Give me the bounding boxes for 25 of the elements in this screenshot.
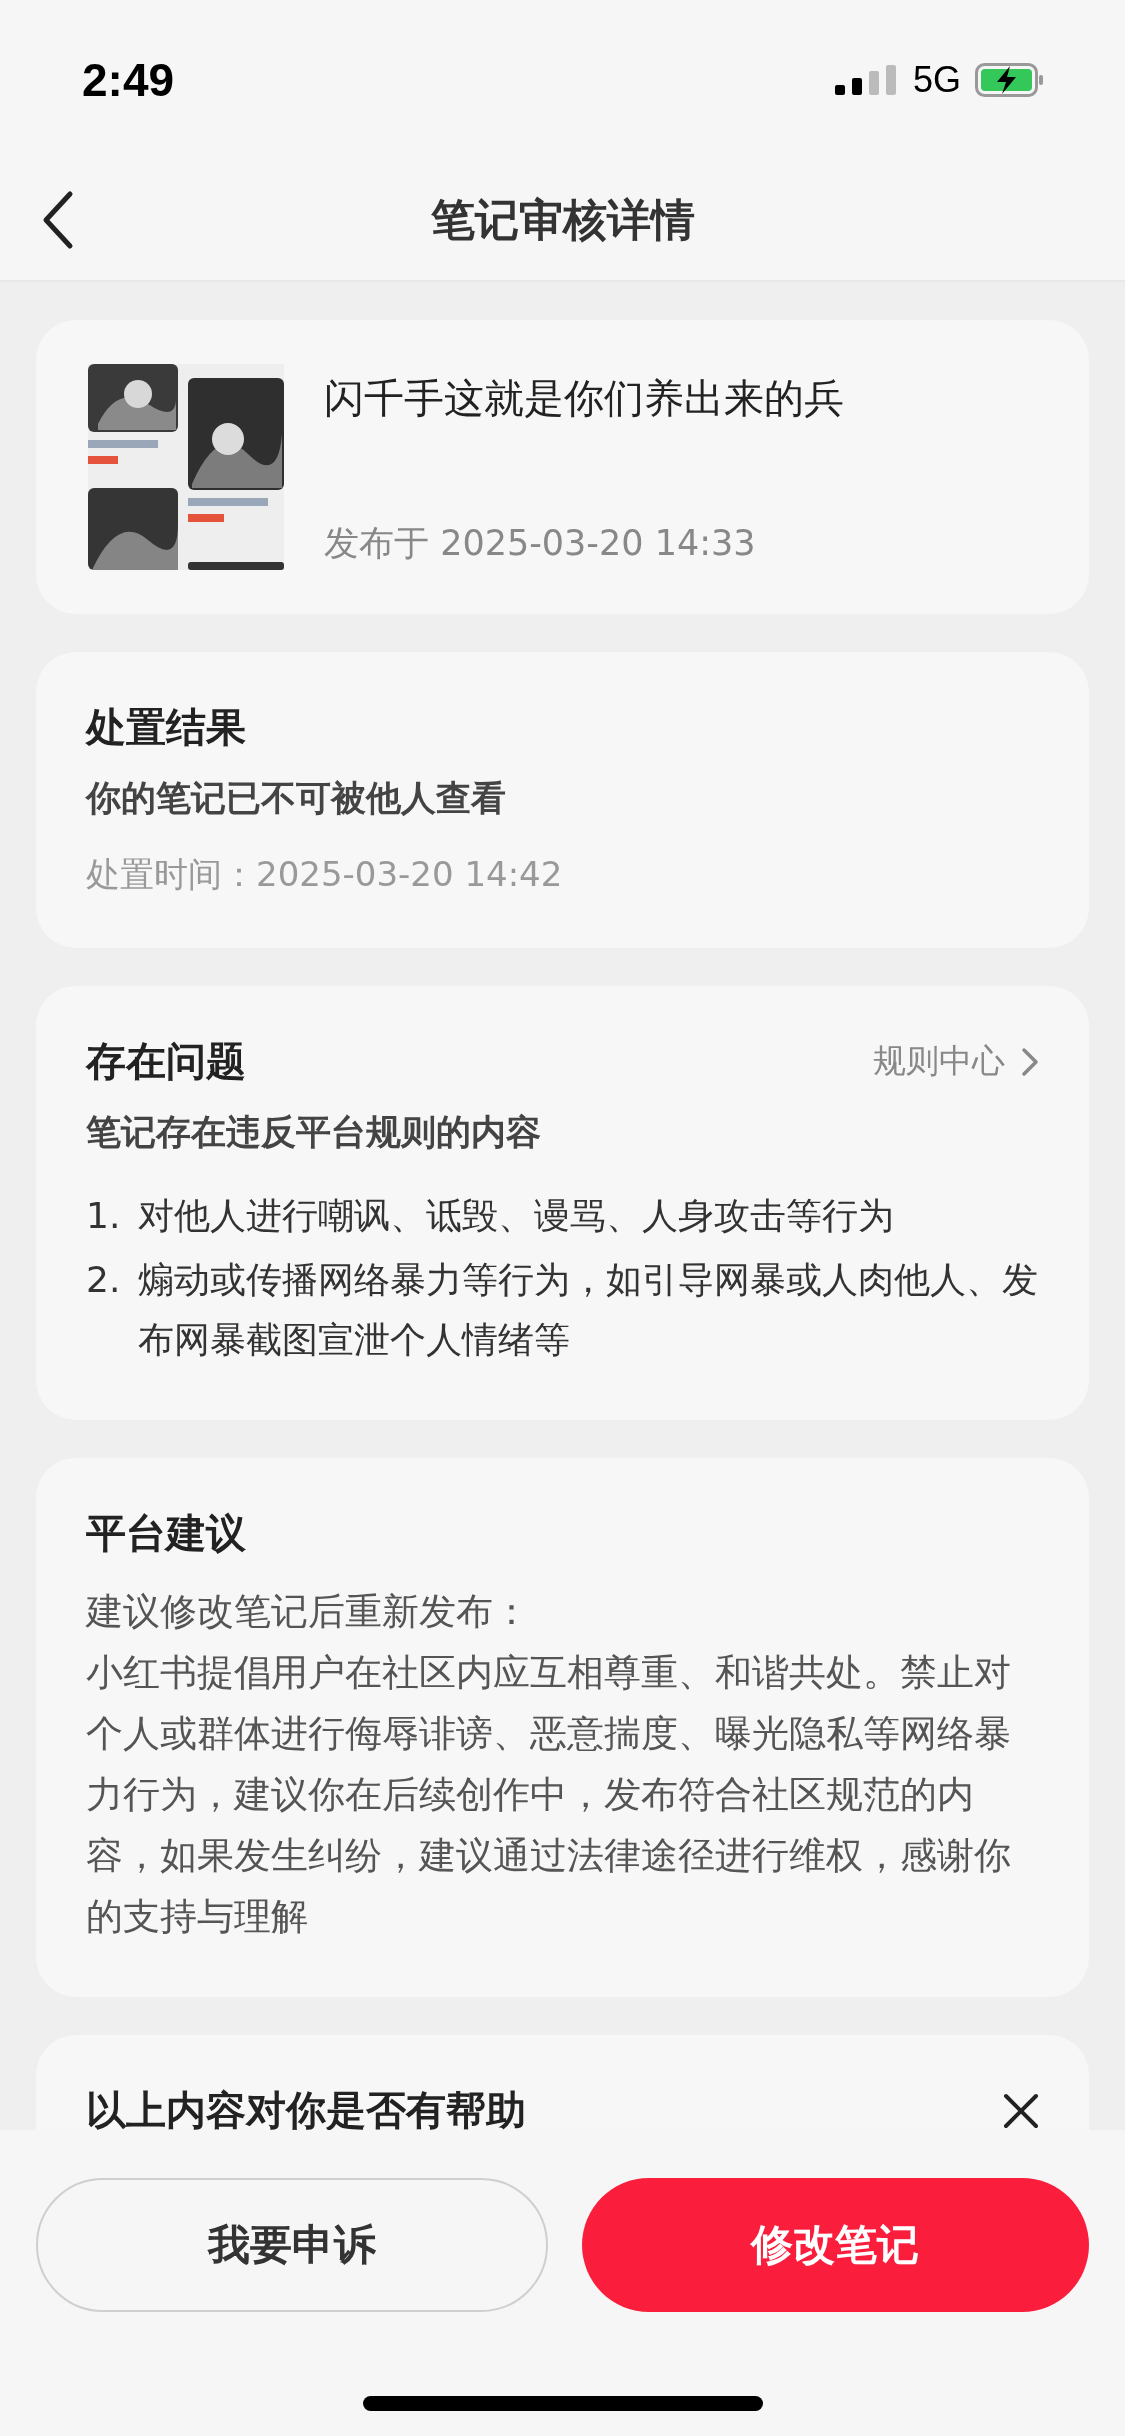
- network-label: 5G: [912, 59, 961, 101]
- edit-note-button[interactable]: 修改笔记: [581, 2178, 1089, 2312]
- section-title: 存在问题: [86, 1037, 246, 1086]
- advice-text: 建议修改笔记后重新发布：: [86, 1589, 531, 1635]
- note-title: 闪千手这就是你们养出来的兵: [324, 374, 844, 423]
- issue-text: 煽动或传播网络暴力等行为，如引导网暴或人肉他人、发布网暴截图宣泄个人情绪等: [138, 1258, 1039, 1362]
- chevron-right-icon: [1021, 1046, 1039, 1077]
- handling-time: 处置时间：2025-03-20 14:42: [86, 853, 564, 896]
- signal-icon: [834, 65, 899, 95]
- section-title: 平台建议: [86, 1509, 246, 1558]
- list-number: 2.: [86, 1258, 121, 1302]
- appeal-button[interactable]: 我要申诉: [36, 2178, 548, 2312]
- list-number: 1.: [86, 1194, 121, 1238]
- publish-date: 发布于 2025-03-20 14:33: [324, 522, 757, 565]
- section-title: 以上内容对你是否有帮助: [86, 2086, 526, 2135]
- advice-text: 小红书提倡用户在社区内应互相尊重、和谐共处。禁止对个人或群体进行侮辱诽谤、恶意揣度、曝光隐私等网络暴力行为，建议你在后续创作中，发布符合社区规范的内容，如果发生纠纷，建议通过法律途径进行维权，感谢你的支持与理解: [86, 1650, 1012, 1940]
- status-time: 2:49: [82, 53, 175, 107]
- battery-icon: [975, 63, 1045, 97]
- section-title: 处置结果: [86, 703, 246, 752]
- note-card[interactable]: 闪千手这就是你们养出来的兵 发布于 2025-03-20 14:33: [36, 320, 1089, 614]
- page-title: 笔记审核详情: [429, 192, 696, 247]
- issue-text: 对他人进行嘲讽、诋毁、谩骂、人身攻击等行为: [138, 1194, 895, 1238]
- issue-summary: 笔记存在违反平台规则的内容: [86, 1111, 542, 1154]
- close-icon[interactable]: [1003, 2092, 1039, 2129]
- result-text: 你的笔记已不可被他人查看: [86, 777, 507, 820]
